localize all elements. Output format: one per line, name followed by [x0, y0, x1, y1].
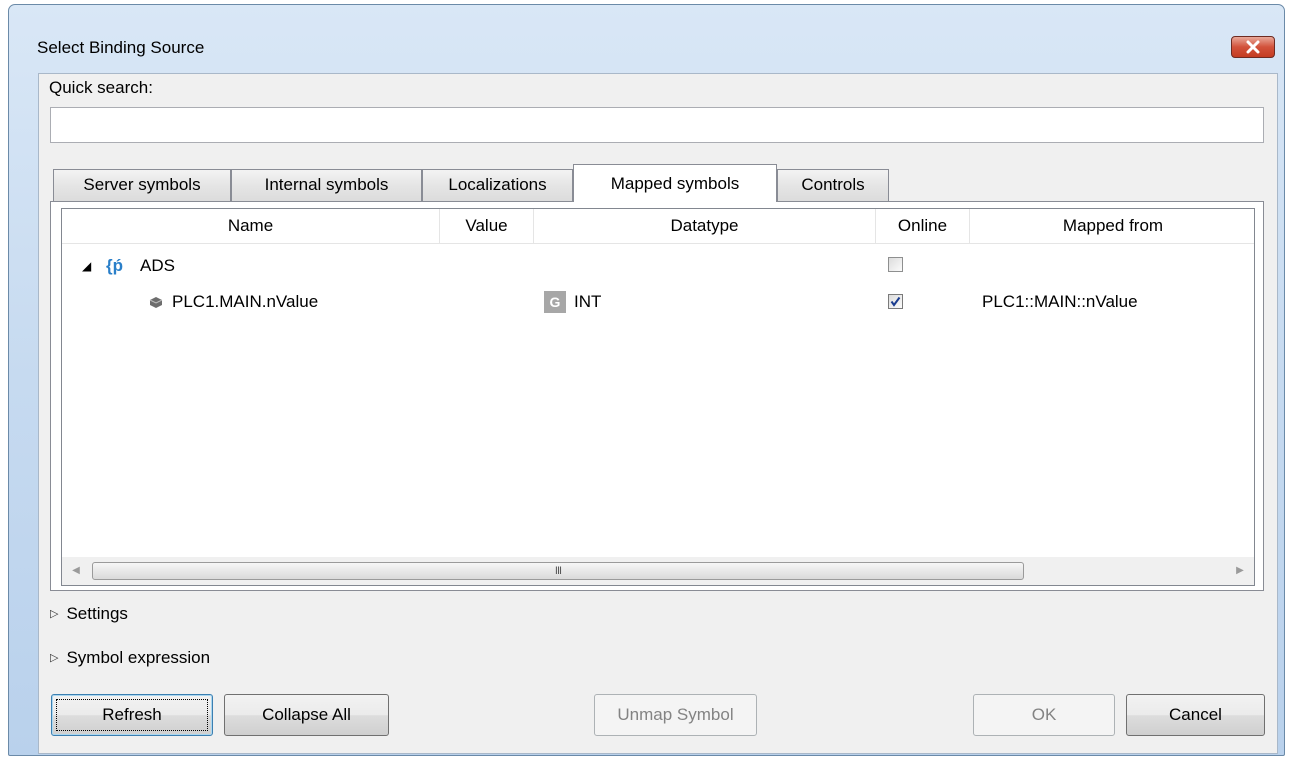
check-icon — [890, 296, 901, 307]
online-checkbox[interactable] — [888, 294, 903, 309]
ok-button[interactable]: OK — [973, 694, 1115, 736]
grid-header: Name Value Datatype Online Mapped from — [62, 209, 1254, 244]
settings-label: Settings — [66, 604, 128, 623]
mapped-symbols-panel: Name Value Datatype Online Mapped from ◢… — [50, 201, 1264, 591]
tree-row[interactable]: ◢ {ṕ ADS — [62, 249, 1254, 283]
column-header-datatype[interactable]: Datatype — [534, 209, 876, 243]
column-header-value[interactable]: Value — [440, 209, 534, 243]
symbol-expression-expander[interactable]: ▷ Symbol expression — [50, 648, 210, 668]
refresh-button[interactable]: Refresh — [51, 694, 213, 736]
horizontal-scrollbar[interactable]: ◀ III ▶ — [62, 557, 1254, 585]
namespace-icon: {ṕ — [106, 256, 123, 275]
column-header-mapped-from[interactable]: Mapped from — [970, 209, 1254, 243]
row-datatype: INT — [574, 292, 602, 311]
quick-search-label: Quick search: — [49, 78, 153, 97]
scroll-right-icon[interactable]: ▶ — [1230, 557, 1250, 585]
tab-controls[interactable]: Controls — [777, 169, 889, 201]
tab-internal-symbols[interactable]: Internal symbols — [231, 169, 422, 201]
scroll-left-icon[interactable]: ◀ — [66, 557, 86, 585]
symbol-icon — [149, 297, 163, 308]
window-title: Select Binding Source — [37, 38, 205, 57]
close-button[interactable] — [1231, 36, 1275, 58]
expand-triangle-icon[interactable]: ◢ — [82, 249, 91, 283]
symbols-grid: Name Value Datatype Online Mapped from ◢… — [61, 208, 1255, 586]
datatype-badge-icon: G — [544, 291, 566, 313]
tab-mapped-symbols[interactable]: Mapped symbols — [573, 164, 777, 202]
settings-expander[interactable]: ▷ Settings — [50, 604, 128, 624]
close-icon — [1246, 40, 1260, 54]
tab-server-symbols[interactable]: Server symbols — [53, 169, 231, 201]
focus-rect — [56, 699, 208, 731]
row-mapped-from: PLC1::MAIN::nValue — [982, 292, 1138, 311]
unmap-symbol-button[interactable]: Unmap Symbol — [594, 694, 757, 736]
row-name: PLC1.MAIN.nValue — [172, 292, 319, 311]
tree-row[interactable]: PLC1.MAIN.nValue G INT PLC1::MAIN::nValu… — [62, 285, 1254, 319]
online-checkbox[interactable] — [888, 257, 903, 272]
row-name: ADS — [140, 256, 175, 275]
expand-triangle-icon: ▷ — [50, 608, 59, 620]
dialog-content: Quick search: Server symbols Internal sy… — [38, 73, 1278, 754]
scroll-thumb[interactable]: III — [92, 562, 1024, 580]
column-header-online[interactable]: Online — [876, 209, 970, 243]
column-header-name[interactable]: Name — [62, 209, 440, 243]
tab-localizations[interactable]: Localizations — [422, 169, 573, 201]
dialog-window: Select Binding Source Quick search: Serv… — [8, 4, 1285, 756]
expand-triangle-icon: ▷ — [50, 652, 59, 664]
symbol-expression-label: Symbol expression — [66, 648, 211, 667]
cancel-button[interactable]: Cancel — [1126, 694, 1265, 736]
quick-search-input[interactable] — [50, 107, 1264, 143]
collapse-all-button[interactable]: Collapse All — [224, 694, 389, 736]
